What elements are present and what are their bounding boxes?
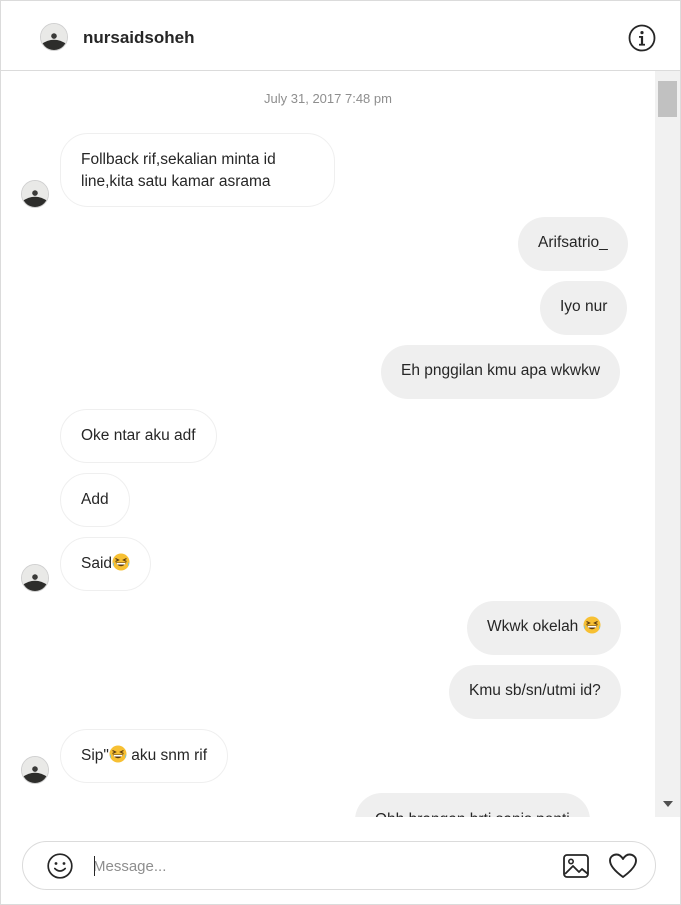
scroll-down-arrow-icon[interactable] (663, 801, 673, 807)
message-text: aku snm rif (126, 747, 208, 764)
sender-avatar-icon[interactable] (21, 180, 49, 208)
avatar-icon[interactable] (40, 23, 68, 51)
sender-avatar-icon[interactable] (21, 756, 49, 784)
incoming-message[interactable]: Add (60, 473, 130, 527)
smiley-icon[interactable] (47, 853, 73, 879)
thread-username[interactable]: nursaidsoheh (83, 28, 194, 48)
sender-avatar-icon[interactable] (21, 564, 49, 592)
outgoing-message[interactable]: Iyo nur (540, 281, 628, 335)
message-composer (22, 841, 656, 890)
incoming-message[interactable]: Oke ntar aku adf (60, 409, 217, 463)
image-icon[interactable] (562, 852, 590, 880)
message-line: line,kita satu kamar asrama (81, 173, 271, 190)
outgoing-message[interactable]: Wkwk okelah (467, 601, 621, 655)
direct-message-window: nursaidsoheh July 31, 2017 7:48 pm Follb… (0, 0, 681, 905)
incoming-message[interactable]: Said (60, 537, 152, 591)
text-caret (94, 856, 95, 876)
message-thread[interactable]: July 31, 2017 7:48 pm Follback rif,sekal… (1, 71, 655, 817)
message-line: Follback rif,sekalian minta id (81, 151, 276, 168)
thread-timestamp: July 31, 2017 7:48 pm (264, 91, 392, 106)
incoming-message[interactable]: Sip" aku snm rif (60, 729, 229, 783)
message-text: Wkwk okelah (487, 618, 583, 635)
grinning-squinting-face-icon (583, 616, 601, 634)
thread-header: nursaidsoheh (1, 1, 680, 71)
outgoing-message[interactable]: Kmu sb/sn/utmi id? (449, 665, 621, 719)
message-input[interactable] (93, 850, 533, 882)
grinning-squinting-face-icon (109, 745, 127, 763)
grinning-squinting-face-icon (112, 553, 130, 571)
scrollbar-thumb[interactable] (658, 81, 677, 117)
heart-icon[interactable] (608, 852, 638, 880)
message-text: Said (81, 555, 113, 572)
thread-scrollbar[interactable] (655, 71, 680, 817)
outgoing-message[interactable]: Arifsatrio_ (518, 217, 628, 271)
message-text: Sip" (81, 747, 109, 764)
outgoing-message[interactable]: Eh pnggilan kmu apa wkwkw (381, 345, 621, 399)
info-icon[interactable] (628, 24, 656, 52)
outgoing-message[interactable]: Ohh brangan brti sanis penti (355, 793, 590, 817)
incoming-message[interactable]: Follback rif,sekalian minta id line,kita… (60, 133, 335, 207)
